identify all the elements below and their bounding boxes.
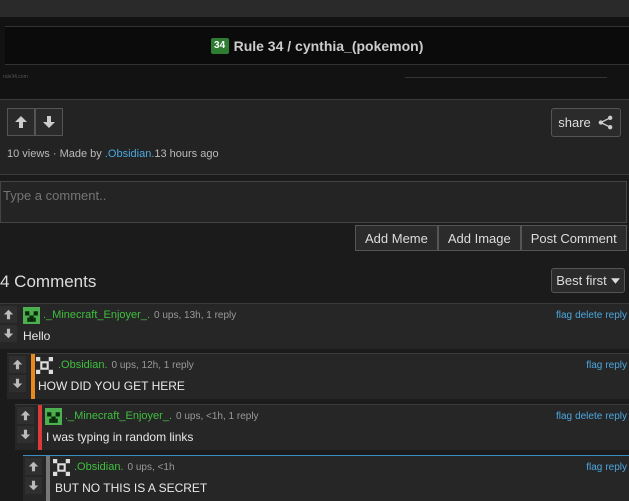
- comment-item: ._Minecraft_Enjoyer_. 0 ups, 13h, 1 reply…: [0, 303, 629, 349]
- comment-links: flag reply: [583, 360, 627, 371]
- caret-down-icon: [610, 277, 620, 284]
- comment-author[interactable]: ._Minecraft_Enjoyer_.: [65, 410, 172, 422]
- reply-link[interactable]: reply: [605, 310, 627, 321]
- comment-upvote-button[interactable]: [9, 356, 26, 373]
- upvote-button[interactable]: [7, 108, 35, 136]
- image-divider: [405, 77, 607, 82]
- comment-item: ._Minecraft_Enjoyer_. 0 ups, <1h, 1 reply…: [15, 404, 629, 450]
- author-link[interactable]: .Obsidian.: [105, 148, 155, 160]
- post-comment-button[interactable]: Post Comment: [520, 225, 627, 251]
- meme-meta: 10 views · Made by .Obsidian.13 hours ag…: [7, 148, 219, 160]
- flag-link[interactable]: flag: [586, 462, 602, 473]
- comment-stats: 0 ups, 13h, 1 reply: [154, 310, 237, 321]
- flag-link[interactable]: flag: [586, 360, 602, 371]
- arrow-down-icon: [3, 328, 14, 339]
- arrow-up-icon: [15, 116, 27, 128]
- comment-votes: [25, 456, 42, 494]
- comment-upvote-button[interactable]: [17, 407, 34, 424]
- flag-link[interactable]: flag: [556, 310, 572, 321]
- comment-text: HOW DID YOU GET HERE: [38, 379, 185, 393]
- share-button[interactable]: share: [551, 108, 621, 137]
- made-by-label: · Made by: [52, 148, 102, 160]
- comment-header: .Obsidian. 0 ups, 12h, 1 reply: [58, 359, 194, 371]
- comment-header: ._Minecraft_Enjoyer_. 0 ups, <1h, 1 reply: [65, 410, 259, 422]
- comment-stats: 0 ups, <1h, 1 reply: [176, 411, 259, 422]
- comment-votes: [0, 304, 17, 342]
- comment-stats: 0 ups, 12h, 1 reply: [111, 360, 194, 371]
- meme-vote-buttons: [7, 108, 63, 136]
- reply-link[interactable]: reply: [605, 462, 627, 473]
- arrow-up-icon: [12, 359, 23, 370]
- thread-bar: [31, 354, 35, 399]
- comment-author[interactable]: .Obsidian.: [74, 461, 124, 473]
- comment-votes: [17, 405, 34, 443]
- arrow-down-icon: [43, 116, 55, 128]
- comment-links: flag reply: [583, 462, 627, 473]
- creeper-avatar: [45, 408, 62, 425]
- comment-item: .Obsidian. 0 ups, 12h, 1 reply flag reply …: [7, 353, 629, 399]
- comment-author[interactable]: .Obsidian.: [58, 359, 108, 371]
- comment-stats: 0 ups, <1h: [127, 462, 175, 473]
- comments-count: 4 Comments: [0, 272, 97, 291]
- add-image-button[interactable]: Add Image: [437, 225, 521, 251]
- pixel-avatar: [36, 357, 53, 374]
- pixel-avatar: [53, 459, 70, 476]
- meme-panel: [0, 99, 629, 175]
- add-meme-button[interactable]: Add Meme: [355, 225, 438, 251]
- creeper-avatar: [23, 307, 40, 324]
- comment-downvote-button[interactable]: [17, 426, 34, 443]
- arrow-up-icon: [20, 410, 31, 421]
- image-title-bar: 34 Rule 34 / cynthia_(pokemon): [5, 26, 629, 65]
- thread-bar: [46, 456, 50, 501]
- comment-downvote-button[interactable]: [9, 375, 26, 392]
- sort-label: Best first: [556, 273, 607, 288]
- site-logo-icon: 34: [210, 37, 229, 54]
- share-icon: [598, 115, 613, 130]
- downvote-button[interactable]: [35, 108, 63, 136]
- reply-link[interactable]: reply: [605, 411, 627, 422]
- comment-links: flag delete reply: [553, 411, 627, 422]
- comment-item: .Obsidian. 0 ups, <1h flag reply BUT NO TH…: [23, 455, 629, 501]
- comment-downvote-button[interactable]: [0, 325, 17, 342]
- meme-time: 13 hours ago: [154, 148, 219, 160]
- comment-input[interactable]: [0, 181, 627, 223]
- comment-upvote-button[interactable]: [0, 306, 17, 323]
- comment-header: ._Minecraft_Enjoyer_. 0 ups, 13h, 1 reply: [43, 309, 236, 321]
- thread-bar: [38, 405, 42, 450]
- comment-text: Hello: [23, 329, 51, 343]
- arrow-up-icon: [3, 309, 14, 320]
- comment-text: BUT NO THIS IS A SECRET: [55, 481, 208, 495]
- sort-dropdown[interactable]: Best first: [551, 268, 625, 293]
- view-count: 10 views: [7, 148, 50, 160]
- arrow-down-icon: [12, 378, 23, 389]
- delete-link[interactable]: delete: [575, 411, 602, 422]
- arrow-down-icon: [20, 429, 31, 440]
- comment-upvote-button[interactable]: [25, 458, 42, 475]
- share-label: share: [558, 115, 591, 130]
- flag-link[interactable]: flag: [556, 411, 572, 422]
- reply-link[interactable]: reply: [605, 360, 627, 371]
- image-credit: rule34.com: [3, 74, 28, 80]
- comment-votes: [9, 354, 26, 392]
- comment-links: flag delete reply: [553, 310, 627, 321]
- comment-actions: Add Meme Add Image Post Comment: [355, 225, 627, 251]
- delete-link[interactable]: delete: [575, 310, 602, 321]
- image-title: Rule 34 / cynthia_(pokemon): [233, 37, 424, 54]
- comment-author[interactable]: ._Minecraft_Enjoyer_.: [43, 309, 150, 321]
- comment-downvote-button[interactable]: [25, 477, 42, 494]
- arrow-down-icon: [28, 480, 39, 491]
- comment-header: .Obsidian. 0 ups, <1h: [74, 461, 175, 473]
- arrow-up-icon: [28, 461, 39, 472]
- comment-text: I was typing in random links: [46, 430, 194, 444]
- top-bar: [0, 0, 629, 17]
